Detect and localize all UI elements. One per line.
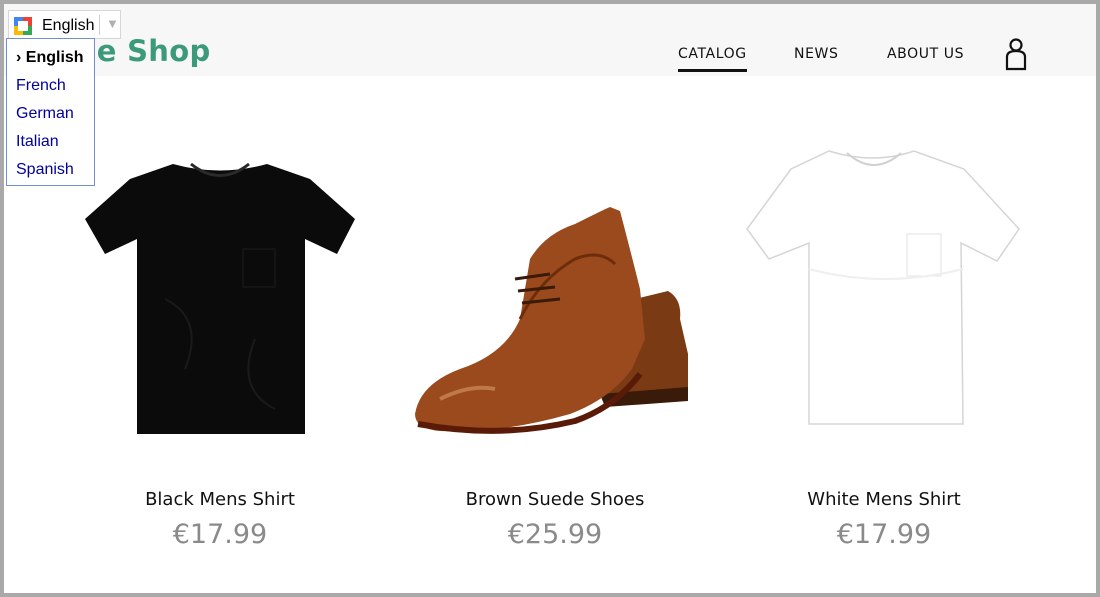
product-card[interactable]: White Mens Shirt €17.99 <box>729 139 1039 579</box>
nav-catalog[interactable]: CATALOG <box>678 46 747 72</box>
language-option-english[interactable]: › English <box>16 49 84 67</box>
nav-about-us[interactable]: ABOUT US <box>887 46 964 62</box>
language-option-spanish[interactable]: Spanish <box>16 161 74 179</box>
language-option-german[interactable]: German <box>16 105 74 123</box>
product-price: €25.99 <box>507 519 603 550</box>
brown-shoes-image[interactable] <box>400 139 710 459</box>
language-current: English <box>42 17 95 34</box>
chevron-down-icon[interactable]: ▼ <box>106 16 119 31</box>
browser-viewport: Acme Shop CATALOG NEWS ABOUT US Black Me… <box>4 4 1096 593</box>
site-header: Acme Shop CATALOG NEWS ABOUT US <box>4 4 1096 76</box>
user-icon[interactable] <box>1004 37 1028 71</box>
language-dropdown: › English French German Italian Spanish <box>6 38 95 186</box>
product-price: €17.99 <box>836 519 932 550</box>
product-name[interactable]: Black Mens Shirt <box>65 489 375 510</box>
product-card[interactable]: Brown Suede Shoes €25.99 <box>400 139 710 579</box>
divider <box>99 15 100 35</box>
product-price: €17.99 <box>172 519 268 550</box>
google-translate-icon <box>14 17 32 35</box>
product-name[interactable]: White Mens Shirt <box>729 489 1039 510</box>
black-tshirt-image[interactable] <box>65 139 375 459</box>
language-select[interactable]: English ▼ <box>8 10 121 39</box>
product-name[interactable]: Brown Suede Shoes <box>400 489 710 510</box>
language-option-italian[interactable]: Italian <box>16 133 59 151</box>
nav-news[interactable]: NEWS <box>794 46 838 62</box>
product-card[interactable]: Black Mens Shirt €17.99 <box>65 139 375 579</box>
white-tshirt-image[interactable] <box>729 139 1039 459</box>
language-option-french[interactable]: French <box>16 77 66 95</box>
